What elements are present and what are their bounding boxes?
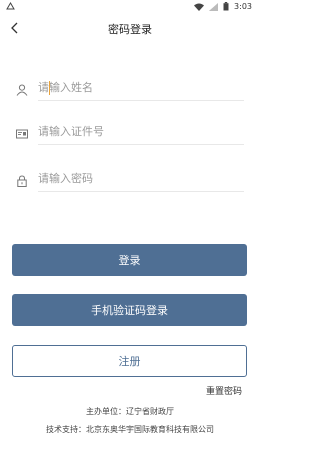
id-card-icon <box>16 125 28 139</box>
battery-icon <box>223 2 229 11</box>
name-input[interactable] <box>38 75 244 101</box>
login-button[interactable]: 登录 <box>12 244 247 276</box>
status-time: 3:03 <box>234 2 252 11</box>
notification-icon <box>6 2 15 13</box>
id-number-input[interactable] <box>38 119 244 145</box>
wifi-icon <box>194 3 205 11</box>
password-input[interactable] <box>38 166 244 192</box>
signal-icon <box>209 2 219 11</box>
password-row <box>12 166 244 192</box>
reset-password-link[interactable]: 重置密码 <box>206 384 242 397</box>
register-button[interactable]: 注册 <box>12 345 247 377</box>
sponsor-text: 主办单位：辽宁省财政厅 <box>86 407 174 416</box>
tech-support-text: 技术支持：北京东奥华宇国际教育科技有限公司 <box>46 425 214 434</box>
page-title: 密码登录 <box>108 23 152 36</box>
lock-icon <box>16 172 28 187</box>
text-caret <box>49 81 50 95</box>
name-row <box>12 75 244 101</box>
status-bar: 3:03 <box>0 0 260 14</box>
nav-bar: 密码登录 <box>0 14 260 44</box>
id-number-row <box>12 119 244 145</box>
user-icon <box>16 81 28 96</box>
sms-login-button[interactable]: 手机验证码登录 <box>12 294 247 326</box>
